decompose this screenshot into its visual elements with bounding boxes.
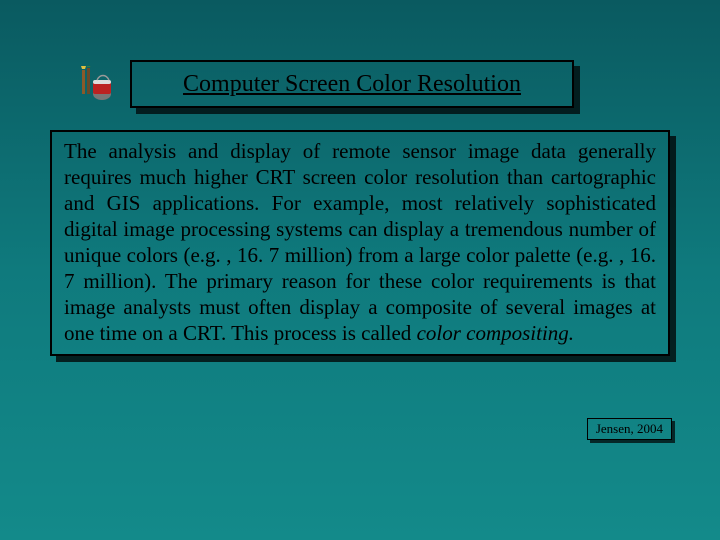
paint-supplies-icon [78,66,114,102]
slide-container: Computer Screen Color Resolution The ana… [0,0,720,540]
slide-title: Computer Screen Color Resolution [183,71,521,98]
title-box: Computer Screen Color Resolution [130,60,574,108]
body-paragraph: The analysis and display of remote senso… [64,138,656,346]
body-box: The analysis and display of remote senso… [50,130,670,356]
citation-box: Jensen, 2004 [587,418,672,440]
body-text-main: The analysis and display of remote senso… [64,139,656,345]
citation-text: Jensen, 2004 [596,421,663,437]
body-text-emphasis: color compositing. [417,321,575,345]
